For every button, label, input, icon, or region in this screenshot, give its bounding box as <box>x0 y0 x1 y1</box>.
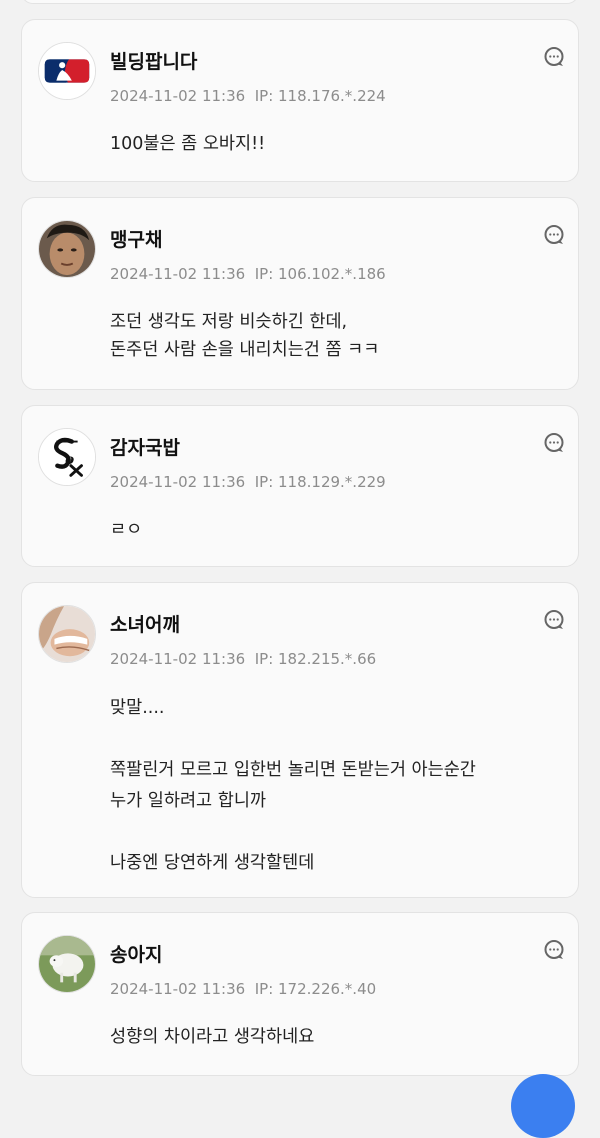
reply-bubble-icon[interactable] <box>543 224 565 246</box>
comment-date: 2024-11-02 11:36 <box>110 87 246 105</box>
reply-bubble-icon[interactable] <box>543 46 565 68</box>
comment-card: 맹구채 2024-11-02 11:36 IP: 106.102.*.186 조… <box>21 197 579 390</box>
floating-action-button[interactable] <box>511 1074 575 1138</box>
mlb-logo-icon <box>39 43 95 99</box>
comment-ip: IP: 182.215.*.66 <box>254 650 377 668</box>
avatar[interactable]: o <box>38 428 96 486</box>
comment-text: 100불은 좀 오바지!! <box>110 134 266 154</box>
comment-meta: 2024-11-02 11:36 IP: 106.102.*.186 <box>110 264 386 284</box>
comment-date: 2024-11-02 11:36 <box>110 265 246 283</box>
comment-text: 성향의 차이라고 생각하네요 <box>110 1027 315 1047</box>
comment-ip: IP: 172.226.*.40 <box>254 980 377 998</box>
avatar[interactable] <box>38 605 96 663</box>
comment-meta: 2024-11-02 11:36 IP: 172.226.*.40 <box>110 979 376 999</box>
comment-meta: 2024-11-02 11:36 IP: 182.215.*.66 <box>110 649 376 669</box>
comment-ip: IP: 118.176.*.224 <box>254 87 386 105</box>
comment-card: 빌딩팝니다 2024-11-02 11:36 IP: 118.176.*.224… <box>21 19 579 182</box>
comment-text: 조던 생각도 저랑 비슷하긴 한데, 돈주던 사람 손을 내리치는건 쫌 ㅋㅋ <box>110 312 380 360</box>
calf-photo-icon <box>39 936 95 992</box>
previous-comment-card <box>21 0 579 4</box>
person-photo-icon <box>39 221 95 277</box>
comment-text: 맞말.... 쪽팔린거 모르고 입한번 놀리면 돈받는거 아는순간 누가 일하려… <box>110 698 476 873</box>
avatar[interactable] <box>38 220 96 278</box>
reply-bubble-icon[interactable] <box>543 939 565 961</box>
avatar[interactable] <box>38 935 96 993</box>
comment-nickname[interactable]: 감자국밥 <box>110 436 180 460</box>
reply-bubble-icon[interactable] <box>543 432 565 454</box>
comment-card: o 감자국밥 2024-11-02 11:36 IP: 118.129.*.22… <box>21 405 579 567</box>
comment-nickname[interactable]: 빌딩팝니다 <box>110 50 197 74</box>
comment-ip: IP: 106.102.*.186 <box>254 265 386 283</box>
comment-date: 2024-11-02 11:36 <box>110 650 246 668</box>
comment-nickname[interactable]: 소녀어깨 <box>110 613 180 637</box>
comment-meta: 2024-11-02 11:36 IP: 118.176.*.224 <box>110 86 386 106</box>
comment-date: 2024-11-02 11:36 <box>110 980 246 998</box>
avatar[interactable] <box>38 42 96 100</box>
comment-ip: IP: 118.129.*.229 <box>254 473 386 491</box>
comment-card: 송아지 2024-11-02 11:36 IP: 172.226.*.40 성향… <box>21 912 579 1076</box>
comment-nickname[interactable]: 송아지 <box>110 943 162 967</box>
comment-text: ㄹㅇ <box>110 520 143 540</box>
comment-card: 소녀어깨 2024-11-02 11:36 IP: 182.215.*.66 맞… <box>21 582 579 898</box>
reply-bubble-icon[interactable] <box>543 609 565 631</box>
person-photo-icon <box>39 606 95 662</box>
comment-meta: 2024-11-02 11:36 IP: 118.129.*.229 <box>110 472 386 492</box>
comment-nickname[interactable]: 맹구채 <box>110 228 162 252</box>
comment-date: 2024-11-02 11:36 <box>110 473 246 491</box>
white-sox-logo-icon: o <box>39 429 95 485</box>
